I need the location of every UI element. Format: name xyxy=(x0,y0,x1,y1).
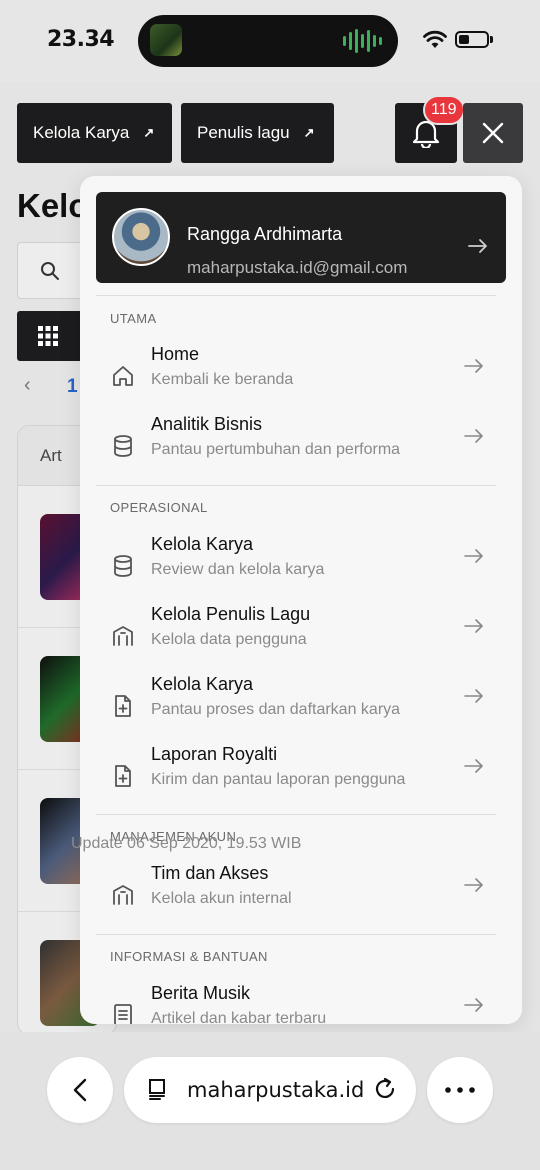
grid-icon xyxy=(38,326,58,346)
browser-bottom-bar: maharpustaka.id xyxy=(0,1032,540,1170)
arrow-right-icon xyxy=(468,239,487,253)
kelola-karya-button[interactable]: Kelola Karya ↗ xyxy=(17,103,172,163)
arrow-right-icon xyxy=(464,998,483,1012)
profile-email: maharpustaka.id@gmail.com xyxy=(187,258,408,277)
menu-item-title: Home xyxy=(151,344,200,364)
menu-item-subtitle: Artikel dan kabar terbaru xyxy=(151,1010,327,1024)
menu-item-kelola-karya[interactable]: Kelola Karya Review dan kelola karya xyxy=(96,534,506,598)
menu-item-subtitle: Kelola data pengguna xyxy=(151,631,307,648)
section-label-utama: UTAMA xyxy=(110,311,157,326)
arrow-right-icon xyxy=(464,359,483,373)
menu-item-subtitle: Review dan kelola karya xyxy=(151,561,325,578)
arrow-right-icon xyxy=(464,759,483,773)
menu-item-subtitle: Kirim dan pantau laporan pengguna xyxy=(151,771,406,788)
building-icon xyxy=(113,885,133,905)
menu-item-subtitle: Pantau proses dan daftarkan karya xyxy=(151,701,401,718)
menu-item-title: Tim dan Akses xyxy=(151,863,269,883)
search-icon xyxy=(41,262,59,280)
arrow-right-icon xyxy=(464,429,483,443)
address-bar[interactable]: maharpustaka.id xyxy=(124,1057,416,1123)
menu-item-subtitle: Kembali ke beranda xyxy=(151,371,294,388)
chevron-left-icon xyxy=(73,1078,87,1102)
arrow-right-icon xyxy=(464,549,483,563)
document-icon xyxy=(114,1004,132,1024)
arrow-right-icon xyxy=(464,619,483,633)
building-icon xyxy=(113,626,133,646)
menu-item-kelola-penulis-lagu[interactable]: Kelola Penulis Lagu Kelola data pengguna xyxy=(96,604,506,668)
menu-item-analitik-bisnis[interactable]: Analitik Bisnis Pantau pertumbuhan dan p… xyxy=(96,414,506,478)
arrow-right-icon xyxy=(464,689,483,703)
now-playing-artwork xyxy=(150,24,182,56)
divider xyxy=(96,934,496,935)
menu-item-subtitle: Kelola akun internal xyxy=(151,890,292,907)
menu-item-laporan-royalti[interactable]: Laporan Royalti Kirim dan pantau laporan… xyxy=(96,744,506,808)
dynamic-island[interactable] xyxy=(138,15,398,67)
grid-view-button[interactable] xyxy=(17,311,87,361)
home-icon xyxy=(113,366,133,386)
avatar xyxy=(112,208,170,266)
menu-item-title: Berita Musik xyxy=(151,983,251,1003)
external-arrow-icon: ↗ xyxy=(143,125,155,140)
close-icon xyxy=(482,122,504,144)
menu-item-title: Laporan Royalti xyxy=(151,744,278,764)
profile-card[interactable]: Rangga Ardhimarta maharpustaka.id@gmail.… xyxy=(96,192,506,283)
audio-wave-icon xyxy=(343,28,382,54)
status-time: 23.34 xyxy=(47,27,115,52)
external-arrow-icon: ↗ xyxy=(303,125,315,140)
section-label-informasi-bantuan: INFORMASI & BANTUAN xyxy=(110,949,268,964)
notification-badge: 119 xyxy=(423,95,465,125)
menu-item-kelola-karya-daftar[interactable]: Kelola Karya Pantau proses dan daftarkan… xyxy=(96,674,506,738)
back-button[interactable] xyxy=(47,1057,113,1123)
penulis-lagu-button[interactable]: Penulis lagu ↗ xyxy=(181,103,334,163)
navigation-menu: Rangga Ardhimarta maharpustaka.id@gmail.… xyxy=(80,176,522,1024)
menu-item-title: Analitik Bisnis xyxy=(151,414,263,434)
database-icon xyxy=(114,555,132,577)
pager-current-page[interactable]: 1 xyxy=(67,376,78,398)
divider xyxy=(96,814,496,815)
more-button[interactable] xyxy=(427,1057,493,1123)
penulis-lagu-button-label: Penulis lagu xyxy=(197,123,290,142)
section-label-operasional: OPERASIONAL xyxy=(110,500,208,515)
wifi-icon xyxy=(423,30,447,48)
kelola-karya-button-label: Kelola Karya xyxy=(33,123,130,142)
menu-item-home[interactable]: Home Kembali ke beranda xyxy=(96,344,506,408)
battery-icon xyxy=(455,31,489,48)
menu-item-subtitle: Pantau pertumbuhan dan performa xyxy=(151,441,401,458)
profile-name: Rangga Ardhimarta xyxy=(187,224,343,244)
status-bar: 23.34 xyxy=(0,0,540,82)
update-timestamp: Update 06 Sep 2020, 19.53 WIB xyxy=(71,835,302,852)
file-plus-icon xyxy=(115,695,131,717)
close-menu-button[interactable] xyxy=(463,103,523,163)
battery-cap xyxy=(490,36,493,43)
divider xyxy=(96,485,496,486)
arrow-right-icon xyxy=(464,878,483,892)
reload-icon[interactable] xyxy=(372,1076,398,1102)
menu-item-tim-dan-akses[interactable]: Tim dan Akses Kelola akun internal xyxy=(96,863,506,927)
menu-item-berita-musik[interactable]: Berita Musik Artikel dan kabar terbaru xyxy=(96,983,506,1024)
menu-item-title: Kelola Karya xyxy=(151,674,254,694)
divider xyxy=(96,295,496,296)
menu-item-title: Kelola Karya xyxy=(151,534,254,554)
url-text: maharpustaka.id xyxy=(187,1078,365,1102)
pager-prev-button[interactable]: ‹ xyxy=(24,374,31,397)
file-plus-icon xyxy=(115,765,131,787)
database-icon xyxy=(114,435,132,457)
page-settings-icon xyxy=(149,1079,165,1100)
more-dots-icon xyxy=(445,1087,475,1093)
menu-item-title: Kelola Penulis Lagu xyxy=(151,604,311,624)
